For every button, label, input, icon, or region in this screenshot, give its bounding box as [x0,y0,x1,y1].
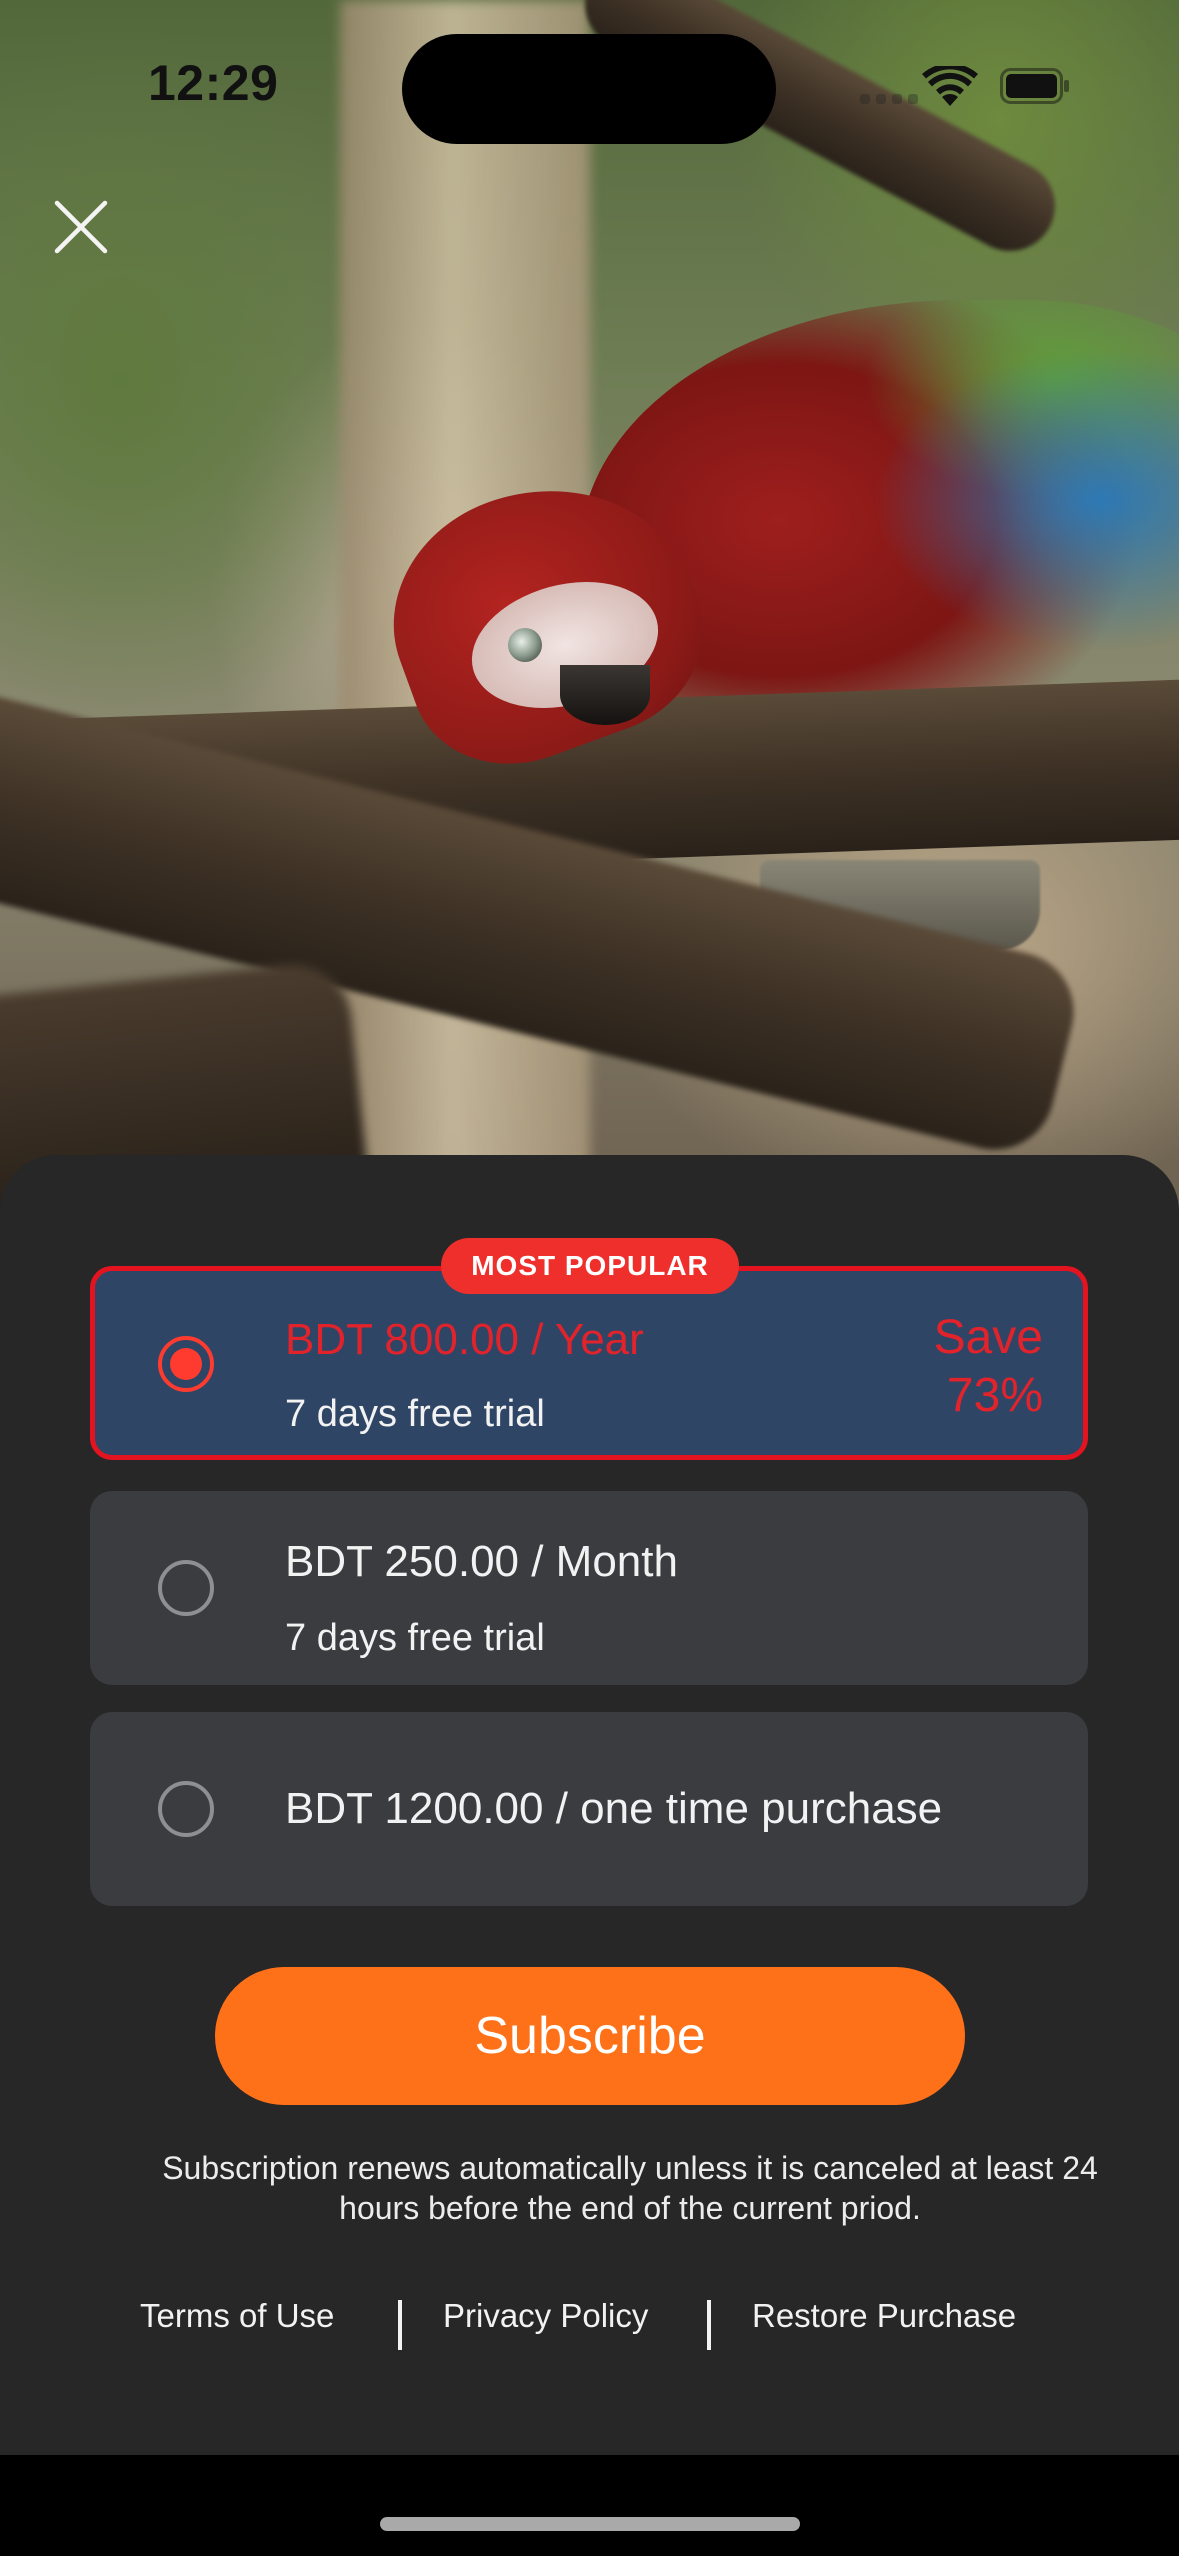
footer-divider [398,2300,402,2350]
footer-divider [707,2300,711,2350]
subscribe-button[interactable]: Subscribe [215,1967,965,2105]
renewal-disclaimer: Subscription renews automatically unless… [162,2150,1098,2226]
save-value: 73% [946,1369,1043,1422]
plan-option-yearly[interactable]: BDT 800.00 / Year 7 days free trial Save… [90,1266,1088,1460]
most-popular-badge: MOST POPULAR [441,1238,739,1294]
save-percentage: Save 73% [934,1309,1043,1425]
parrot-eye [508,628,542,662]
radio-dot [170,1348,202,1380]
save-label: Save [933,1311,1043,1364]
plan-price-monthly: BDT 250.00 / Month [285,1537,678,1586]
close-icon [54,200,108,254]
plan-price-yearly: BDT 800.00 / Year [285,1315,644,1364]
plan-trial-yearly: 7 days free trial [285,1393,545,1435]
plan-option-lifetime[interactable]: BDT 1200.00 / one time purchase [90,1712,1088,1906]
battery-icon [1000,68,1069,104]
radio-selected-icon[interactable] [158,1336,214,1392]
hero-parrot-image [0,0,1179,1230]
radio-unselected-icon[interactable] [158,1781,214,1837]
plan-price-lifetime: BDT 1200.00 / one time purchase [285,1784,943,1833]
plan-trial-monthly: 7 days free trial [285,1617,545,1659]
privacy-policy-link[interactable]: Privacy Policy [443,2297,648,2335]
radio-unselected-icon[interactable] [158,1560,214,1616]
dynamic-island [402,34,776,144]
status-time: 12:29 [148,55,279,111]
parrot-beak [560,665,650,725]
terms-of-use-link[interactable]: Terms of Use [140,2297,334,2335]
plan-option-monthly[interactable]: BDT 250.00 / Month 7 days free trial [90,1491,1088,1685]
cellular-signal-icon [860,94,918,104]
wifi-icon [922,66,978,106]
restore-purchase-link[interactable]: Restore Purchase [752,2297,1016,2335]
bottom-safe-area [0,2455,1179,2556]
close-button[interactable] [46,192,116,262]
home-indicator[interactable] [380,2517,800,2531]
